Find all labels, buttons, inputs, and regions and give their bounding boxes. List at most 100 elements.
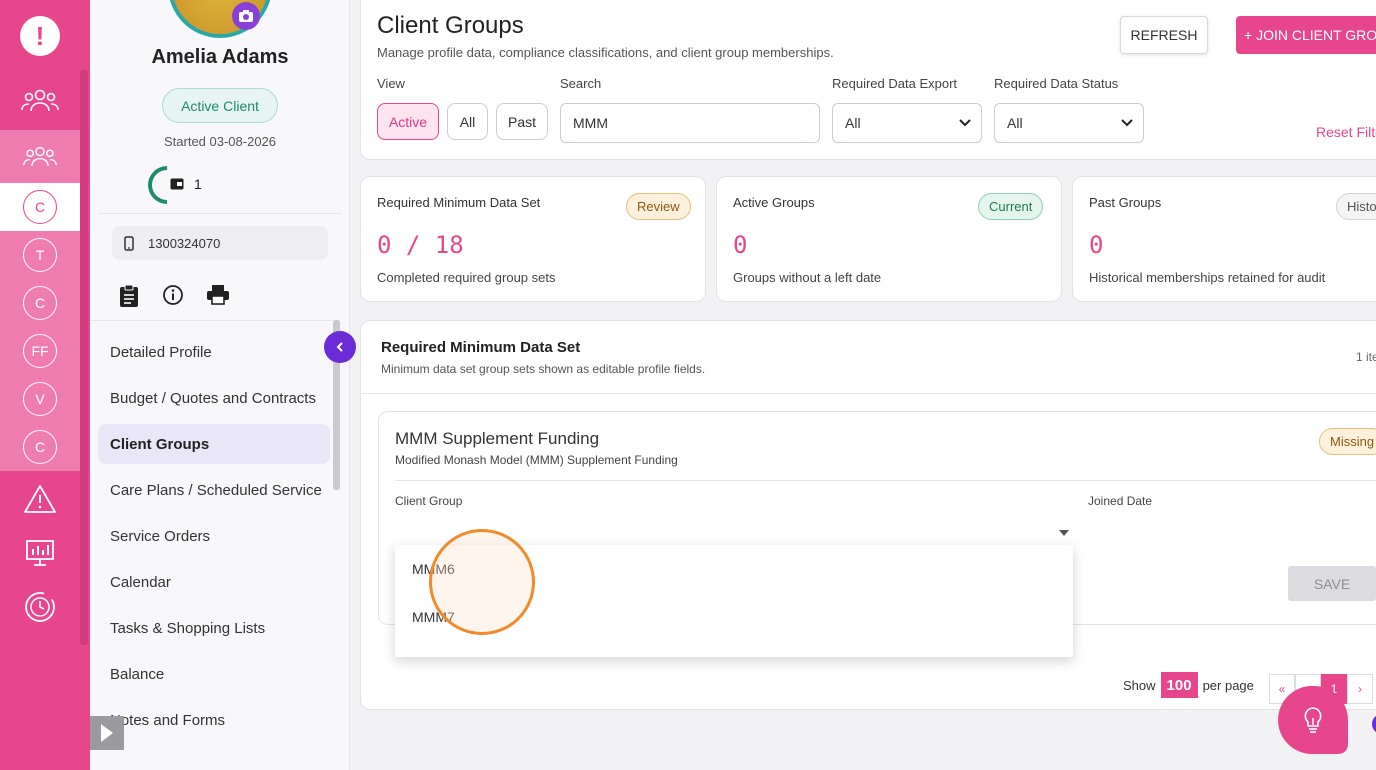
profile-toolbar (118, 284, 230, 308)
export-label: Required Data Export (832, 76, 958, 91)
pagination-size: Show 100 per page (1123, 672, 1254, 698)
stat-card-required: Required Minimum Data Set Review 0 / 18 … (360, 176, 706, 302)
rail-item-label: T (23, 238, 57, 272)
app-root: ! C T C FF V C Amelia Adams Active Clien… (0, 0, 1376, 770)
client-name: Amelia Adams (151, 46, 289, 68)
play-icon (101, 724, 113, 742)
click-indicator (429, 529, 535, 635)
section-title: Required Minimum Data Set (381, 339, 581, 356)
search-input[interactable]: MMM (560, 103, 820, 143)
timesheet-button[interactable] (0, 586, 80, 628)
presentation-chart-icon (26, 540, 54, 566)
people-icon (23, 146, 57, 166)
left-rail: ! C T C FF V C (0, 0, 90, 770)
info-icon[interactable] (162, 284, 184, 306)
save-button[interactable]: SAVE (1288, 566, 1376, 601)
rail-item-c2[interactable]: C (0, 426, 80, 468)
clipboard-icon[interactable] (118, 284, 140, 308)
stat-title: Past Groups (1089, 195, 1162, 210)
mobile-icon (124, 235, 134, 251)
nav-item-care-plans[interactable]: Care Plans / Scheduled Service (98, 470, 330, 510)
stat-card-active: Active Groups Current 0 Groups without a… (716, 176, 1062, 302)
stat-description: Historical memberships retained for audi… (1089, 270, 1326, 285)
show-label: Show (1123, 677, 1156, 693)
profile-panel: Amelia Adams Active Client Started 03-08… (90, 0, 356, 770)
group-set-title: MMM Supplement Funding (395, 429, 600, 448)
warning-icon (24, 485, 56, 513)
stat-card-past: Past Groups History 0 Historical members… (1072, 176, 1376, 302)
rail-item-label: V (23, 382, 57, 416)
rail-item-c-active[interactable]: C (0, 186, 80, 228)
per-page-select[interactable]: 100 (1160, 672, 1198, 698)
collapse-panel-button[interactable] (324, 331, 356, 363)
chevron-left-icon (336, 342, 343, 352)
clients-button[interactable] (0, 78, 80, 122)
status-select[interactable]: All (994, 103, 1144, 143)
view-active-button[interactable]: Active (377, 103, 439, 140)
item-count: 1 item (1356, 350, 1376, 364)
stat-value: 0 (733, 231, 748, 259)
nav-item-detailed-profile[interactable]: Detailed Profile (98, 332, 330, 372)
wallet-count: 1 (194, 176, 202, 192)
rail-scrollbar[interactable] (80, 70, 88, 645)
client-groups-button[interactable] (0, 134, 80, 178)
review-badge: Review (626, 193, 691, 220)
clock-sync-icon (25, 592, 55, 622)
caret-down-icon (1059, 530, 1069, 536)
alert-icon: ! (20, 16, 60, 56)
next-page-button[interactable]: › (1347, 674, 1373, 704)
nav-item-client-groups[interactable]: Client Groups (98, 424, 330, 464)
camera-icon[interactable] (232, 2, 260, 30)
divider (361, 393, 1376, 394)
rail-item-v[interactable]: V (0, 378, 80, 420)
stat-title: Active Groups (733, 195, 815, 210)
page-subtitle: Manage profile data, compliance classifi… (377, 45, 834, 60)
current-badge: Current (978, 193, 1044, 220)
rail-item-label: C (23, 430, 57, 464)
nav-item-balance[interactable]: Balance (98, 654, 330, 694)
join-client-group-button[interactable]: + JOIN CLIENT GROUP (1236, 16, 1376, 54)
alert-button[interactable]: ! (0, 14, 80, 58)
people-icon (21, 89, 59, 112)
rail-item-label: C (23, 190, 57, 224)
rail-item-c[interactable]: C (0, 282, 80, 324)
client-group-label: Client Group (395, 494, 463, 508)
nav-item-budget[interactable]: Budget / Quotes and Contracts (98, 378, 330, 418)
view-all-button[interactable]: All (447, 103, 488, 140)
stat-description: Groups without a left date (733, 270, 882, 285)
divider (90, 320, 340, 321)
wallet-icon (170, 178, 184, 190)
view-label: View (377, 76, 405, 91)
rail-item-ff[interactable]: FF (0, 330, 80, 372)
missing-badge: Missing (1319, 428, 1376, 455)
reports-button[interactable] (0, 532, 80, 574)
export-select[interactable]: All (832, 103, 982, 143)
expand-tab-button[interactable] (90, 716, 124, 750)
reset-filters-link[interactable]: Reset Filters (1316, 124, 1376, 140)
print-icon[interactable] (206, 284, 230, 306)
stat-value: 0 / 18 (377, 231, 464, 259)
rail-item-label: FF (23, 334, 57, 368)
phone-field[interactable]: 1300324070 (112, 226, 328, 260)
group-set-subtitle: Modified Monash Model (MMM) Supplement F… (395, 453, 678, 467)
incidents-button[interactable] (0, 478, 80, 520)
help-tips-button[interactable] (1278, 686, 1348, 754)
nav-item-calendar[interactable]: Calendar (98, 562, 330, 602)
chevron-down-icon (1121, 119, 1133, 127)
export-select-value: All (845, 115, 861, 131)
lightbulb-icon (1304, 707, 1322, 733)
joined-date-label: Joined Date (1088, 494, 1153, 508)
nav-item-tasks[interactable]: Tasks & Shopping Lists (98, 608, 330, 648)
stat-value: 0 (1089, 231, 1104, 259)
stat-title: Required Minimum Data Set (377, 195, 541, 210)
nav-item-service-orders[interactable]: Service Orders (98, 516, 330, 556)
rail-item-t[interactable]: T (0, 234, 80, 276)
refresh-button[interactable]: REFRESH (1120, 16, 1208, 54)
nav-item-notes-forms[interactable]: Notes and Forms (98, 700, 330, 740)
history-badge: History (1336, 193, 1376, 220)
profile-nav: Detailed Profile Budget / Quotes and Con… (98, 332, 330, 746)
search-label: Search (560, 76, 602, 91)
wallet-summary[interactable]: 1 (170, 176, 202, 192)
divider (395, 480, 1376, 481)
view-past-button[interactable]: Past (496, 103, 548, 140)
